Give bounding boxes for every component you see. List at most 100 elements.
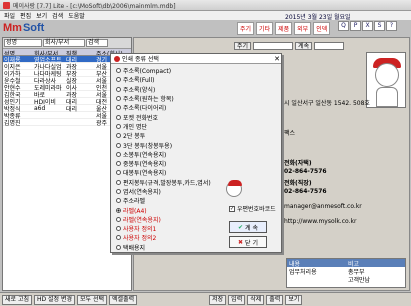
email-field[interactable]: manager@anmesoft.co.kr: [284, 203, 362, 210]
option-label: 라벨(A4): [123, 207, 147, 215]
print-option-radio[interactable]: 사용자 정의1: [116, 224, 226, 233]
menu-help[interactable]: 도움말: [68, 11, 85, 20]
print-option-radio[interactable]: 주소라벨: [116, 196, 226, 205]
option-label: 3단 봉투(창봉투용): [123, 142, 173, 150]
option-label: 소봉투(연속용지): [123, 151, 167, 159]
hd-settings-button[interactable]: HD 설정 변경: [34, 295, 76, 305]
checkbox-icon[interactable]: ✓: [229, 205, 235, 212]
date-display: 2015년 3월 23일 월요일: [285, 14, 351, 21]
input-button[interactable]: 입력: [228, 295, 246, 305]
help-icon[interactable]: ?: [386, 21, 397, 31]
print-option-radio[interactable]: 편지봉투(규격,발장봉투,카드,엽서): [116, 178, 226, 187]
nav-item[interactable]: 인덱: [313, 22, 331, 35]
print-option-radio[interactable]: 엽서(연속용지): [116, 187, 226, 196]
radio-icon[interactable]: [116, 142, 121, 148]
excel-export-button[interactable]: 엑셀출력: [109, 295, 138, 305]
settings-icon[interactable]: S: [374, 21, 385, 31]
radio-icon[interactable]: [116, 105, 121, 111]
option-label: 개인 명단: [123, 123, 147, 131]
nav-item[interactable]: 주기: [237, 22, 255, 35]
radio-icon[interactable]: [116, 123, 121, 129]
radio-icon[interactable]: [116, 216, 121, 222]
radio-icon[interactable]: [116, 133, 121, 139]
continue-button[interactable]: ✔ 계 속: [229, 221, 267, 233]
menu-file[interactable]: 파일: [4, 11, 15, 20]
print-option-radio[interactable]: 주소록(Full): [116, 75, 226, 84]
radio-icon[interactable]: [116, 68, 121, 74]
radio-icon[interactable]: [116, 189, 121, 194]
detail-button[interactable]: 계속: [295, 42, 313, 50]
close-icon[interactable]: X: [362, 21, 373, 31]
radio-icon[interactable]: [116, 161, 121, 167]
option-label: 주소록(원하는 항목): [123, 96, 174, 104]
phone-work-value[interactable]: 02-864-7576: [284, 188, 404, 198]
option-label: 사용자 정의1: [123, 226, 157, 234]
menu-view[interactable]: 보기: [36, 11, 47, 20]
search-field-select[interactable]: 성명: [4, 39, 42, 47]
close-icon[interactable]: ✕: [273, 55, 281, 63]
detail-top-buttons: 주기 계속: [234, 42, 345, 50]
print-icon[interactable]: P: [350, 21, 361, 31]
view-button[interactable]: 보기: [285, 295, 303, 305]
detail-input[interactable]: [253, 42, 294, 50]
save-button[interactable]: 저장: [209, 295, 227, 305]
print-option-radio[interactable]: 사용자 정의2: [116, 233, 226, 242]
refresh-button[interactable]: 새로 고침: [2, 295, 32, 305]
print-option-radio[interactable]: 개인 명단: [116, 122, 226, 131]
search-icon[interactable]: Q: [338, 21, 349, 31]
search-button[interactable]: 검색: [86, 39, 108, 47]
radio-icon[interactable]: [116, 207, 121, 213]
app-logo: Mm Soft: [3, 22, 45, 34]
radio-icon[interactable]: [116, 226, 121, 232]
print-option-radio[interactable]: 라벨(연속용지): [116, 215, 226, 224]
option-label: 사용자 정의2: [123, 235, 157, 243]
barcode-checkbox[interactable]: ✓ 우편번호바코드: [229, 204, 276, 213]
option-label: 주소라벨: [123, 198, 146, 206]
check-icon: ✔: [238, 223, 244, 231]
dialog-title: 인쇄 종류 선택: [122, 56, 159, 63]
print-button[interactable]: 출력: [266, 295, 284, 305]
radio-icon[interactable]: [116, 170, 121, 176]
menu-edit[interactable]: 편집: [20, 11, 31, 20]
print-option-radio[interactable]: 주소록(원하는 항목): [116, 94, 226, 103]
mascot-icon: [226, 180, 242, 197]
close-button[interactable]: ✖ 닫 기: [229, 236, 267, 248]
delete-button[interactable]: 삭제: [247, 295, 265, 305]
memo-row[interactable]: 고객만남: [287, 275, 405, 284]
nav-item[interactable]: 기타: [256, 22, 274, 35]
radio-icon[interactable]: [116, 244, 121, 250]
radio-icon[interactable]: [116, 114, 121, 120]
menu-search[interactable]: 검색: [52, 11, 63, 20]
nav-item[interactable]: 제품: [275, 22, 293, 35]
search-scope-select[interactable]: 회사/부서: [43, 39, 85, 47]
print-option-radio[interactable]: 라벨(A4): [116, 205, 226, 215]
phone-home-value[interactable]: 02-864-7576: [284, 168, 404, 178]
print-option-radio[interactable]: 소봉투(연속용지): [116, 150, 226, 159]
radio-icon[interactable]: [116, 77, 121, 83]
print-option-radio[interactable]: 주소록(Compact): [116, 66, 226, 75]
radio-icon[interactable]: [116, 96, 121, 102]
address-field[interactable]: 시 일산서구 일산동 1542. 508호: [284, 98, 370, 107]
continue-button-label: 계 속: [245, 224, 258, 232]
print-option-radio[interactable]: 주소록(다이어리): [116, 103, 226, 112]
option-label: 대봉투(연속용지): [123, 170, 167, 178]
select-all-button[interactable]: 모두 선택: [77, 295, 108, 305]
print-option-radio[interactable]: 포켓 전화번호: [116, 112, 226, 122]
nav-item[interactable]: 외부: [294, 22, 312, 35]
print-option-radio[interactable]: 택배용지: [116, 243, 226, 252]
detail-button[interactable]: 주기: [234, 42, 252, 50]
detail-input[interactable]: [314, 42, 345, 50]
radio-icon[interactable]: [116, 198, 121, 204]
radio-icon[interactable]: [116, 179, 121, 185]
print-option-radio[interactable]: 2단 봉투: [116, 131, 226, 140]
print-option-radio[interactable]: 대봉투(연속용지): [116, 168, 226, 177]
radio-icon[interactable]: [116, 86, 121, 92]
print-option-radio[interactable]: 3단 봉투(창봉투용): [116, 140, 226, 150]
option-label: 주소록(Full): [123, 77, 155, 85]
radio-icon[interactable]: [116, 151, 121, 157]
print-option-radio[interactable]: 중봉투(연속용지): [116, 159, 226, 168]
print-option-radio[interactable]: 주소록(양식): [116, 85, 226, 94]
radio-icon[interactable]: [116, 235, 121, 241]
homepage-field[interactable]: http://www.mysolk.co.kr: [284, 218, 356, 225]
memo-row[interactable]: 업무처리용 총무부: [287, 267, 405, 276]
